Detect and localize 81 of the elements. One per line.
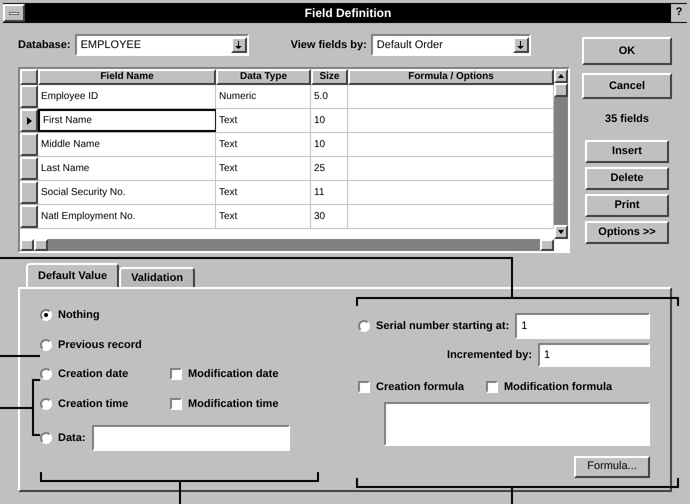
- table-cell[interactable]: Text: [216, 133, 311, 156]
- row-selector[interactable]: [20, 157, 38, 180]
- column-header[interactable]: Data Type: [216, 69, 311, 85]
- scroll-left-button[interactable]: [20, 239, 34, 251]
- print-button[interactable]: Print: [585, 194, 669, 216]
- leader-line: [0, 355, 40, 357]
- table-cell[interactable]: Last Name: [38, 157, 216, 180]
- column-header[interactable]: Formula / Options: [348, 69, 554, 85]
- cancel-button[interactable]: Cancel: [582, 73, 672, 99]
- option-label: Creation time: [58, 396, 128, 412]
- option-label: Modification time: [188, 396, 278, 412]
- table-cell[interactable]: Middle Name: [38, 133, 216, 156]
- column-header[interactable]: Size: [311, 69, 348, 85]
- formula-field[interactable]: [384, 402, 650, 446]
- row-selector[interactable]: [20, 109, 38, 132]
- option-label: Creation formula: [376, 380, 464, 395]
- table-cell[interactable]: Numeric: [216, 85, 311, 108]
- checkbox[interactable]: [358, 381, 370, 394]
- tab[interactable]: Validation: [119, 267, 196, 287]
- radio-button[interactable]: [40, 398, 52, 410]
- tab[interactable]: Default Value: [26, 263, 120, 287]
- table-cell[interactable]: Text: [216, 181, 311, 204]
- row-selector[interactable]: [20, 85, 38, 108]
- radio-button[interactable]: [358, 320, 370, 332]
- increment-field[interactable]: 1: [538, 343, 650, 367]
- field-label: View fields by:: [290, 38, 367, 53]
- delete-button[interactable]: Delete: [585, 166, 669, 190]
- field-label: Database:: [18, 38, 71, 53]
- radio-button[interactable]: [40, 309, 52, 322]
- insert-button[interactable]: Insert: [585, 140, 669, 162]
- scroll-thumb[interactable]: [554, 83, 568, 97]
- table-cell[interactable]: 10: [311, 133, 348, 156]
- row-selector[interactable]: [20, 205, 38, 228]
- options-button[interactable]: Options >>: [585, 220, 669, 244]
- serial-start-field[interactable]: 1: [515, 313, 650, 339]
- column-header[interactable]: Field Name: [38, 69, 216, 85]
- view-order-dropdown[interactable]: Default Order: [370, 34, 531, 56]
- option-label: Serial number starting at:: [376, 318, 510, 334]
- current-row-icon: [26, 116, 32, 124]
- scroll-down-icon[interactable]: [558, 230, 564, 234]
- horizontal-scrollbar[interactable]: [20, 239, 554, 251]
- formula-button[interactable]: Formula...: [574, 456, 650, 478]
- table-cell[interactable]: 11: [311, 181, 348, 204]
- table-cell[interactable]: Natl Employment No.: [38, 205, 216, 228]
- table-cell[interactable]: Text: [216, 109, 311, 132]
- option-label: Modification formula: [504, 380, 612, 395]
- ok-button[interactable]: OK: [582, 37, 672, 65]
- vertical-scrollbar[interactable]: [554, 69, 568, 239]
- option-label: Modification date: [188, 367, 278, 382]
- help-button[interactable]: ?: [671, 4, 687, 22]
- increment-label: Incremented by:: [446, 348, 532, 363]
- table-cell[interactable]: 10: [311, 109, 348, 132]
- option-label: Data:: [58, 430, 86, 446]
- row-selector[interactable]: [20, 133, 38, 156]
- scroll-right-button[interactable]: [540, 239, 554, 251]
- table-cell[interactable]: Social Security No.: [38, 181, 216, 204]
- checkbox[interactable]: [170, 398, 182, 410]
- row-selector[interactable]: [20, 181, 38, 204]
- checkbox[interactable]: [170, 368, 182, 380]
- scroll-up-icon[interactable]: [558, 74, 564, 78]
- table-cell[interactable]: Text: [216, 157, 311, 180]
- table-cell[interactable]: 25: [311, 157, 348, 180]
- table-cell[interactable]: 30: [311, 205, 348, 228]
- scroll-thumb[interactable]: [34, 239, 48, 251]
- field-count: 35 fields: [604, 112, 650, 127]
- option-label: Creation date: [58, 367, 128, 382]
- table-cell[interactable]: First Name: [38, 109, 216, 132]
- option-label: Previous record: [58, 338, 142, 352]
- table-cell[interactable]: Text: [216, 205, 311, 228]
- radio-button[interactable]: [40, 338, 52, 351]
- radio-button[interactable]: [40, 368, 52, 380]
- leader-line: [0, 379, 41, 436]
- checkbox[interactable]: [486, 381, 498, 394]
- data-input-field[interactable]: [92, 425, 290, 451]
- table-cell[interactable]: Employee ID: [38, 85, 216, 108]
- window-title: Field Definition: [304, 5, 392, 22]
- table-cell[interactable]: 5.0: [311, 85, 348, 108]
- system-menu-icon[interactable]: [3, 4, 25, 22]
- radio-button[interactable]: [40, 432, 52, 444]
- option-label: Nothing: [58, 308, 100, 323]
- database-dropdown[interactable]: EMPLOYEE: [74, 34, 249, 56]
